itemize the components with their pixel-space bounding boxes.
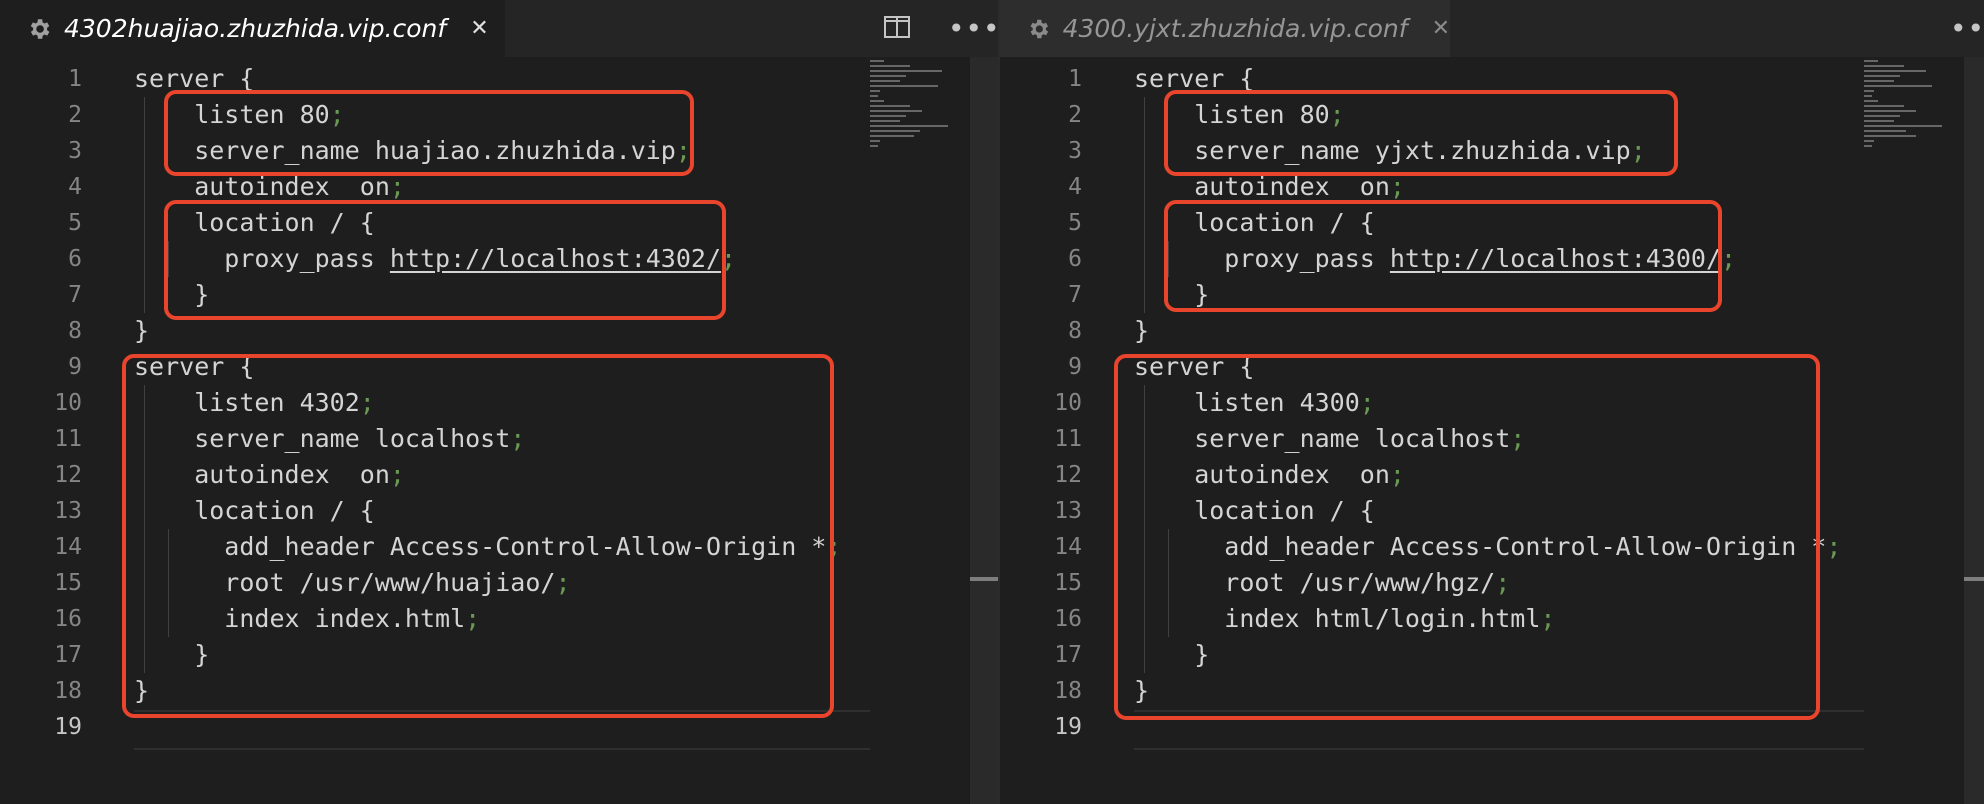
line-number: 19 [1054, 714, 1082, 740]
highlight-box-location-proxy [164, 200, 726, 320]
semicolon: ; [1826, 532, 1842, 561]
line-number: 11 [1054, 426, 1082, 452]
code-token: autoindex on [134, 172, 390, 201]
close-icon[interactable]: ✕ [1432, 16, 1450, 41]
editor-group-right: 4300.yjxt.zhuzhida.vip.conf ✕ ••• 1 serve… [1000, 0, 1984, 804]
semicolon: ; [1389, 172, 1405, 201]
highlight-box-listen-server-name [164, 90, 694, 176]
line-number: 12 [54, 462, 82, 488]
semicolon: ; [389, 172, 405, 201]
line-number: 2 [1068, 102, 1082, 128]
scrollbar-thumb[interactable] [1964, 577, 1984, 581]
code-line[interactable]: 8} [1000, 313, 1984, 349]
line-number: 14 [1054, 534, 1082, 560]
more-actions-icon[interactable]: ••• [948, 14, 1000, 44]
line-number: 1 [68, 66, 82, 92]
line-number: 15 [1054, 570, 1082, 596]
line-number: 7 [68, 282, 82, 308]
line-number: 11 [54, 426, 82, 452]
line-number: 9 [68, 354, 82, 380]
tab-title: 4300.yjxt.zhuzhida.vip.conf [1062, 14, 1408, 43]
minimap[interactable] [870, 60, 950, 170]
line-number: 18 [1054, 678, 1082, 704]
line-number: 13 [1054, 498, 1082, 524]
line-number: 1 [1068, 66, 1082, 92]
tab-bar: 4300.yjxt.zhuzhida.vip.conf ✕ ••• [1000, 0, 1984, 57]
line-number: 5 [68, 210, 82, 236]
code-token: } [134, 316, 150, 345]
split-editor-icon[interactable] [884, 16, 910, 38]
code-token: autoindex on [1134, 172, 1390, 201]
tab-title: 4302huajiao.zhuzhida.vip.conf [64, 14, 447, 43]
tab-bar: 4302huajiao.zhuzhida.vip.conf ✕ ••• [0, 0, 1000, 57]
line-number: 2 [68, 102, 82, 128]
highlight-box-local-server [122, 354, 834, 718]
line-number: 17 [54, 642, 82, 668]
semicolon: ; [1721, 244, 1737, 273]
line-number: 19 [54, 714, 82, 740]
line-number: 3 [68, 138, 82, 164]
line-number: 3 [1068, 138, 1082, 164]
close-icon[interactable]: ✕ [470, 16, 488, 41]
minimap[interactable] [1864, 60, 1944, 170]
code-token: server { [134, 64, 255, 93]
tab-active-file[interactable]: 4302huajiao.zhuzhida.vip.conf ✕ [0, 0, 505, 57]
code-token: server { [1134, 64, 1255, 93]
line-number: 8 [1068, 318, 1082, 344]
line-number: 10 [54, 390, 82, 416]
line-number: 10 [1054, 390, 1082, 416]
code-token: } [1134, 316, 1150, 345]
highlight-box-location-proxy [1164, 200, 1722, 312]
line-number: 15 [54, 570, 82, 596]
code-text: } [134, 313, 149, 349]
line-number: 16 [54, 606, 82, 632]
line-number: 14 [54, 534, 82, 560]
tab-file[interactable]: 4300.yjxt.zhuzhida.vip.conf ✕ [1000, 0, 1450, 57]
indent-guide [144, 97, 145, 313]
line-number: 5 [1068, 210, 1082, 236]
scrollbar-thumb[interactable] [970, 577, 998, 581]
vertical-scrollbar[interactable] [970, 57, 998, 804]
line-number: 6 [68, 246, 82, 272]
line-number: 12 [1054, 462, 1082, 488]
line-number: 16 [1054, 606, 1082, 632]
line-number: 8 [68, 318, 82, 344]
line-number: 9 [1068, 354, 1082, 380]
code-text: } [1134, 313, 1149, 349]
line-number: 4 [68, 174, 82, 200]
line-number: 4 [1068, 174, 1082, 200]
highlight-box-local-server [1114, 354, 1820, 720]
line-number: 6 [1068, 246, 1082, 272]
line-number: 18 [54, 678, 82, 704]
more-actions-icon[interactable]: ••• [1950, 14, 1984, 44]
highlight-box-listen-server-name [1164, 90, 1678, 176]
line-number: 7 [1068, 282, 1082, 308]
indent-guide [1144, 97, 1145, 313]
line-number: 17 [1054, 642, 1082, 668]
vertical-scrollbar[interactable] [1964, 57, 1984, 804]
line-number: 13 [54, 498, 82, 524]
editor-group-left: 4302huajiao.zhuzhida.vip.conf ✕ ••• 1 ser… [0, 0, 1000, 804]
gear-icon [1030, 19, 1049, 38]
gear-icon [30, 18, 50, 39]
